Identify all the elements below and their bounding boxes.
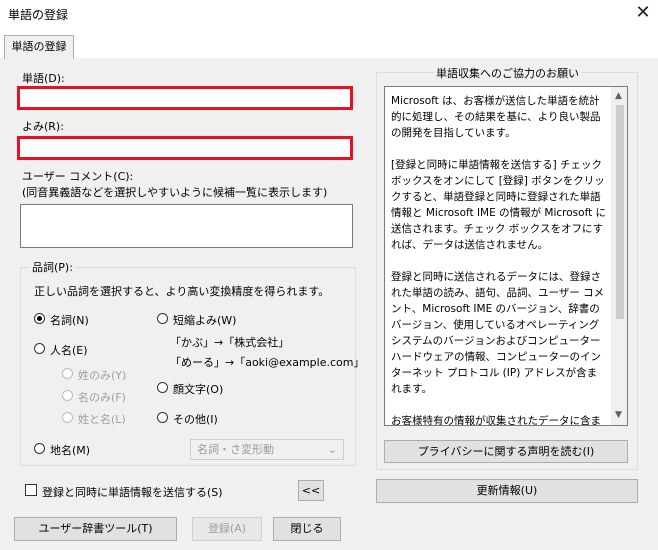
short-example-1: 「かぶ」→「株式会社」	[170, 336, 290, 349]
send-checkbox-label: 登録と同時に単語情報を送信する(S)	[42, 486, 223, 499]
pos-subtype-select[interactable]: 名詞・さ変形動 ⌄	[190, 439, 344, 460]
register-button[interactable]: 登録(A)	[192, 517, 262, 541]
short-reading-label: 短縮よみ(W)	[173, 314, 237, 327]
scrollbar-thumb[interactable]	[616, 105, 624, 319]
given-label: 名のみ(F)	[78, 391, 126, 404]
scroll-down-icon[interactable]: ▼	[615, 410, 622, 420]
reading-input[interactable]	[17, 136, 353, 160]
collapse-button[interactable]: <<	[298, 480, 324, 501]
short-example-2: 「めーる」→「aoki@example.com」	[170, 356, 365, 369]
info-paragraph: お客様特有の情報が収集されたデータに含まれることがあります。このような情報が存在…	[391, 415, 601, 426]
close-icon[interactable]: ✕	[632, 2, 654, 24]
pos-hint: 正しい品詞を選択すると、より高い変換精度を得られます。	[34, 285, 330, 298]
title-bar	[0, 0, 658, 28]
fullname-radio[interactable]	[62, 412, 73, 423]
info-paragraph: [登録と同時に単語情報を送信する] チェック ボックスをオンにして [登録] ボ…	[391, 159, 607, 251]
chevron-down-icon: ⌄	[327, 443, 337, 456]
info-paragraph: Microsoft は、お客様が送信した単語を統計的に処理し、その結果を基に、よ…	[391, 95, 601, 139]
person-label: 人名(E)	[50, 344, 88, 357]
close-button[interactable]: 閉じる	[273, 517, 341, 541]
update-info-button[interactable]: 更新情報(U)	[376, 479, 638, 503]
noun-radio[interactable]	[34, 313, 45, 324]
send-checkbox[interactable]	[25, 484, 37, 496]
fullname-label: 姓と名(L)	[78, 413, 126, 426]
pos-legend: 品詞(P):	[30, 259, 75, 275]
info-legend: 単語収集へのご協力のお願い	[434, 65, 581, 81]
word-label: 単語(D):	[22, 72, 65, 85]
info-text: Microsoft は、お客様が送信した単語を統計的に処理し、その結果を基に、よ…	[391, 93, 607, 426]
short-reading-radio[interactable]	[157, 313, 168, 324]
comment-hint: (同音異義語などを選択しやすいように候補一覧に表示します)	[22, 186, 328, 199]
other-label: その他(I)	[173, 413, 218, 426]
other-radio[interactable]	[157, 412, 168, 423]
scroll-up-icon[interactable]: ▲	[615, 91, 622, 101]
tab-strip	[0, 28, 658, 58]
surname-label: 姓のみ(Y)	[78, 369, 127, 382]
given-radio[interactable]	[62, 390, 73, 401]
comment-textarea[interactable]	[20, 204, 353, 248]
noun-label: 名詞(N)	[50, 314, 89, 327]
comment-label: ユーザー コメント(C):	[22, 170, 134, 183]
pos-subtype-value: 名詞・さ変形動	[197, 443, 274, 456]
user-dictionary-tool-button[interactable]: ユーザー辞書ツール(T)	[14, 517, 177, 541]
emoticon-radio[interactable]	[157, 382, 168, 393]
reading-label: よみ(R):	[22, 120, 64, 133]
person-radio[interactable]	[34, 343, 45, 354]
place-radio[interactable]	[34, 443, 45, 454]
place-label: 地名(M)	[50, 444, 91, 457]
emoticon-label: 顔文字(O)	[173, 383, 224, 396]
tab-register-word[interactable]: 単語の登録	[4, 35, 74, 59]
privacy-statement-button[interactable]: プライバシーに関する声明を読む(I)	[384, 440, 628, 463]
window-title: 単語の登録	[8, 8, 69, 22]
info-textbox[interactable]: Microsoft は、お客様が送信した単語を統計的に処理し、その結果を基に、よ…	[384, 86, 628, 426]
word-input[interactable]	[17, 86, 353, 110]
info-paragraph: 登録と同時に送信されるデータには、登録された単語の読み、語句、品詞、ユーザー コ…	[391, 271, 605, 395]
surname-radio[interactable]	[62, 368, 73, 379]
info-scrollbar[interactable]: ▲ ▼	[611, 87, 627, 425]
